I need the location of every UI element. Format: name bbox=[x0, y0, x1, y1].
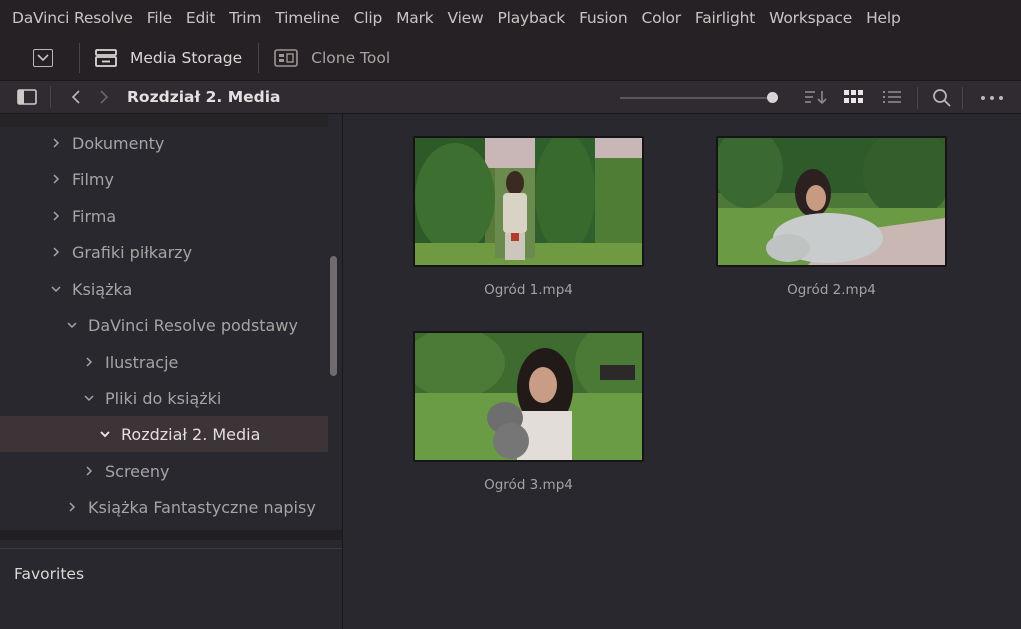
chevron-right-icon[interactable] bbox=[81, 356, 97, 368]
chevron-right-icon[interactable] bbox=[48, 137, 64, 149]
panel-toggle-dropdown[interactable] bbox=[33, 49, 53, 67]
toolbar-separator bbox=[79, 43, 80, 73]
thumbnail-zoom-slider[interactable] bbox=[620, 97, 768, 99]
menu-davinci-resolve[interactable]: DaVinci Resolve bbox=[0, 0, 140, 36]
davinci-resolve-window: DaVinci Resolve File Edit Trim Timeline … bbox=[0, 0, 1021, 629]
pathbar-separator bbox=[917, 87, 918, 109]
sidebar-divider-line bbox=[0, 548, 342, 549]
bin-item-grafiki-pilkarzy[interactable]: Grafiki piłkarzy bbox=[0, 234, 328, 270]
sidebar-toggle-button[interactable] bbox=[16, 88, 38, 106]
menu-mark[interactable]: Mark bbox=[389, 0, 440, 36]
chevron-right-icon bbox=[100, 90, 109, 104]
menu-color[interactable]: Color bbox=[634, 0, 687, 36]
clone-tool-icon bbox=[274, 49, 298, 67]
chevron-down-icon[interactable] bbox=[64, 321, 80, 329]
menu-fusion[interactable]: Fusion bbox=[572, 0, 634, 36]
bin-item-ksiazka[interactable]: Książka bbox=[0, 271, 328, 307]
menu-view[interactable]: View bbox=[441, 0, 491, 36]
current-bin-title: Rozdział 2. Media bbox=[127, 88, 281, 106]
path-bar: Rozdział 2. Media bbox=[0, 80, 1021, 114]
pathbar-separator bbox=[50, 86, 51, 108]
back-button[interactable] bbox=[69, 90, 83, 104]
list-view-button[interactable] bbox=[882, 89, 902, 105]
video-frame-image bbox=[718, 138, 945, 265]
list-view-icon bbox=[883, 91, 901, 103]
sidebar-panel-icon bbox=[17, 89, 37, 105]
media-storage-label: Media Storage bbox=[130, 49, 243, 67]
media-pool: Ogród 1.mp4 Ogród 2.mp4 Ogród 3.mp4 bbox=[343, 114, 1021, 629]
menu-trim[interactable]: Trim bbox=[222, 0, 268, 36]
bin-label: Ilustracje bbox=[105, 352, 179, 372]
bin-sidebar: Dokumenty Filmy Firma Grafiki piłkarzy K… bbox=[0, 114, 343, 629]
bin-tree: Dokumenty Filmy Firma Grafiki piłkarzy K… bbox=[0, 114, 342, 534]
more-options-button[interactable] bbox=[980, 95, 1004, 101]
chevron-right-icon[interactable] bbox=[48, 173, 64, 185]
chevron-down-icon[interactable] bbox=[97, 430, 113, 438]
search-button[interactable] bbox=[932, 88, 952, 108]
clip-name: Ogród 1.mp4 bbox=[484, 282, 573, 298]
menu-help[interactable]: Help bbox=[859, 0, 908, 36]
more-dots-icon bbox=[981, 96, 1003, 100]
sort-icon bbox=[805, 91, 827, 105]
sidebar-scrollbar[interactable] bbox=[330, 256, 337, 376]
chevron-down-icon[interactable] bbox=[48, 285, 64, 293]
bin-label: Książka Fantastyczne napisy bbox=[88, 497, 316, 517]
thumbnail-zoom-slider-handle[interactable] bbox=[767, 92, 778, 103]
clip-name: Ogród 2.mp4 bbox=[787, 282, 876, 298]
bin-label: Screeny bbox=[105, 461, 170, 481]
menu-clip[interactable]: Clip bbox=[347, 0, 389, 36]
chevron-down-icon bbox=[37, 54, 49, 62]
menu-playback[interactable]: Playback bbox=[491, 0, 573, 36]
bin-label: Książka bbox=[72, 279, 133, 299]
clone-tool-button[interactable]: Clone Tool bbox=[273, 48, 390, 68]
favorites-heading: Favorites bbox=[14, 565, 85, 583]
menu-edit[interactable]: Edit bbox=[179, 0, 222, 36]
sidebar-divider[interactable] bbox=[0, 530, 342, 540]
sort-button[interactable] bbox=[804, 89, 828, 105]
chevron-right-icon[interactable] bbox=[64, 501, 80, 513]
bin-item-rozdzial-2-media[interactable]: Rozdział 2. Media bbox=[0, 416, 328, 452]
video-frame-image bbox=[415, 138, 642, 265]
toolbar: Media Storage Clone Tool bbox=[0, 36, 1021, 80]
chevron-right-icon[interactable] bbox=[48, 210, 64, 222]
bin-item-davinci-resolve-podstawy[interactable]: DaVinci Resolve podstawy bbox=[0, 307, 328, 343]
menu-workspace[interactable]: Workspace bbox=[762, 0, 859, 36]
menu-file[interactable]: File bbox=[140, 0, 179, 36]
menu-fairlight[interactable]: Fairlight bbox=[688, 0, 762, 36]
chevron-right-icon[interactable] bbox=[48, 246, 64, 258]
bin-item-ilustracje[interactable]: Ilustracje bbox=[0, 344, 328, 380]
clip-name: Ogród 3.mp4 bbox=[484, 477, 573, 493]
chevron-down-icon[interactable] bbox=[81, 394, 97, 402]
bin-label: Firma bbox=[72, 206, 117, 226]
bin-item-ksiazka-fantastyczne-napisy[interactable]: Książka Fantastyczne napisy bbox=[0, 489, 328, 525]
bin-item-dokumenty[interactable]: Dokumenty bbox=[0, 125, 328, 161]
grid-view-icon bbox=[844, 90, 863, 103]
bin-label: Rozdział 2. Media bbox=[121, 424, 261, 444]
bin-item-firma[interactable]: Firma bbox=[0, 198, 328, 234]
bin-label: Filmy bbox=[72, 169, 114, 189]
menu-timeline[interactable]: Timeline bbox=[268, 0, 346, 36]
search-icon bbox=[933, 89, 951, 107]
bin-label: Grafiki piłkarzy bbox=[72, 242, 193, 262]
thumbnail-view-button[interactable] bbox=[844, 90, 864, 104]
clone-tool-label: Clone Tool bbox=[311, 49, 391, 67]
chevron-left-icon bbox=[71, 90, 80, 104]
bin-label: Dokumenty bbox=[72, 133, 165, 153]
bin-item-pliki-do-ksiazki[interactable]: Pliki do książki bbox=[0, 380, 328, 416]
media-storage-button[interactable]: Media Storage bbox=[94, 48, 242, 68]
clip-thumbnail[interactable] bbox=[716, 136, 947, 267]
clip-thumbnail[interactable] bbox=[413, 331, 644, 462]
media-storage-icon bbox=[95, 49, 117, 67]
bin-item-filmy[interactable]: Filmy bbox=[0, 161, 328, 197]
bin-item-screeny[interactable]: Screeny bbox=[0, 453, 328, 489]
pathbar-separator bbox=[962, 87, 963, 109]
bin-label: Pliki do książki bbox=[105, 388, 222, 408]
menu-bar: DaVinci Resolve File Edit Trim Timeline … bbox=[0, 0, 1021, 36]
chevron-right-icon[interactable] bbox=[81, 465, 97, 477]
toolbar-separator bbox=[258, 43, 260, 73]
video-frame-image bbox=[415, 333, 642, 460]
bin-label: DaVinci Resolve podstawy bbox=[88, 315, 298, 335]
clip-thumbnail[interactable] bbox=[413, 136, 644, 267]
forward-button[interactable] bbox=[97, 90, 111, 104]
